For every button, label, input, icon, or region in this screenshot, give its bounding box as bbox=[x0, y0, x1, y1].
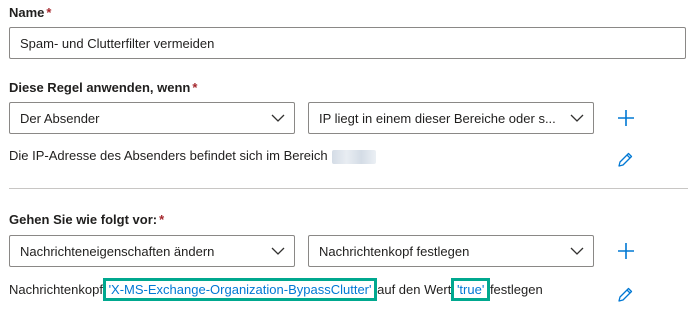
condition-description: Die IP-Adresse des Absenders befindet si… bbox=[9, 148, 376, 164]
condition-subject-dropdown[interactable]: Der Absender bbox=[9, 102, 295, 134]
section-divider bbox=[9, 188, 688, 189]
name-label: Name * bbox=[9, 5, 52, 20]
chevron-down-icon bbox=[569, 243, 585, 259]
add-condition-button[interactable] bbox=[614, 106, 638, 130]
chevron-down-icon bbox=[270, 110, 286, 126]
redacted-ip-range bbox=[331, 149, 376, 164]
chevron-down-icon bbox=[569, 110, 585, 126]
add-icon bbox=[618, 110, 634, 126]
action-description: Nachrichtenkopf 'X-MS-Exchange-Organizat… bbox=[9, 278, 543, 301]
edit-condition-button[interactable] bbox=[613, 148, 637, 172]
add-action-button[interactable] bbox=[614, 239, 638, 263]
chevron-down-icon bbox=[270, 243, 286, 259]
condition-predicate-dropdown[interactable]: IP liegt in einem dieser Bereiche oder s… bbox=[308, 102, 594, 134]
edit-pencil-icon bbox=[618, 287, 633, 302]
edit-action-button[interactable] bbox=[613, 283, 637, 307]
action-category-dropdown[interactable]: Nachrichteneigenschaften ändern bbox=[9, 235, 295, 267]
action-type-dropdown[interactable]: Nachrichtenkopf festlegen bbox=[308, 235, 594, 267]
condition-label: Diese Regel anwenden, wenn * bbox=[9, 80, 198, 95]
action-label: Gehen Sie wie folgt vor: * bbox=[9, 212, 165, 227]
header-value-link[interactable]: 'true' bbox=[450, 278, 491, 301]
add-icon bbox=[618, 243, 634, 259]
name-input[interactable]: Spam- und Clutterfilter vermeiden bbox=[9, 27, 686, 59]
edit-pencil-icon bbox=[618, 152, 633, 167]
header-name-link[interactable]: 'X-MS-Exchange-Organization-BypassClutte… bbox=[102, 278, 378, 301]
